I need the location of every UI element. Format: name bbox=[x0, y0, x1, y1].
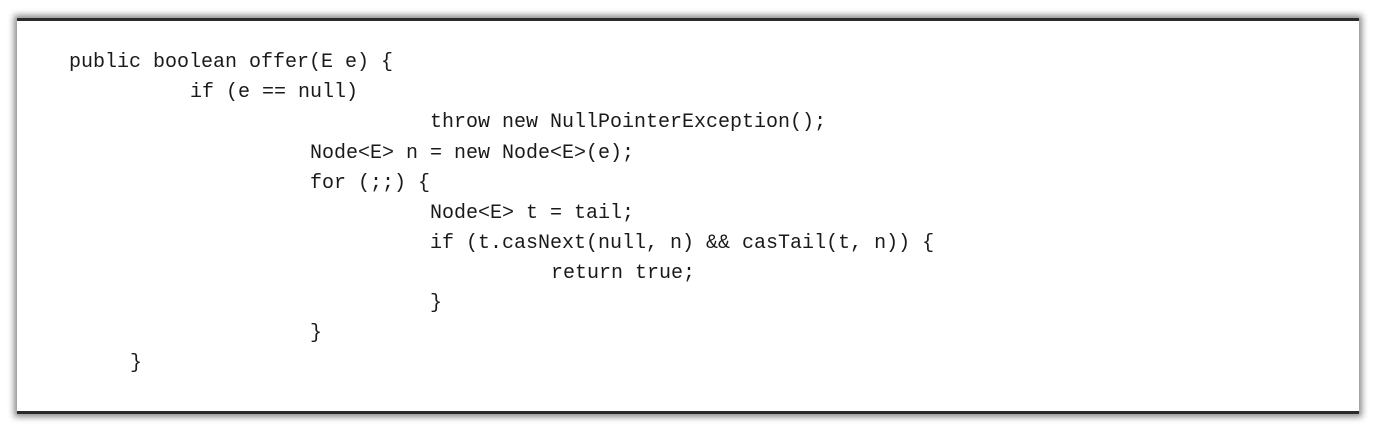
code-line-6: Node<E> t = tail; bbox=[430, 202, 635, 225]
code-line-4: Node<E> n = new Node<E>(e); bbox=[310, 142, 635, 165]
code-line-5: for (;;) { bbox=[310, 172, 431, 195]
code-line-10: } bbox=[310, 322, 323, 345]
code-listing-frame bbox=[17, 18, 1359, 414]
code-line-7: if (t.casNext(null, n) && casTail(t, n))… bbox=[430, 232, 935, 255]
code-line-11: } bbox=[130, 352, 143, 375]
code-line-1: public boolean offer(E e) { bbox=[69, 51, 394, 74]
code-line-8: return true; bbox=[551, 262, 696, 285]
code-line-3: throw new NullPointerException(); bbox=[430, 111, 827, 134]
code-line-9: } bbox=[430, 292, 443, 315]
code-line-2: if (e == null) bbox=[190, 81, 359, 104]
